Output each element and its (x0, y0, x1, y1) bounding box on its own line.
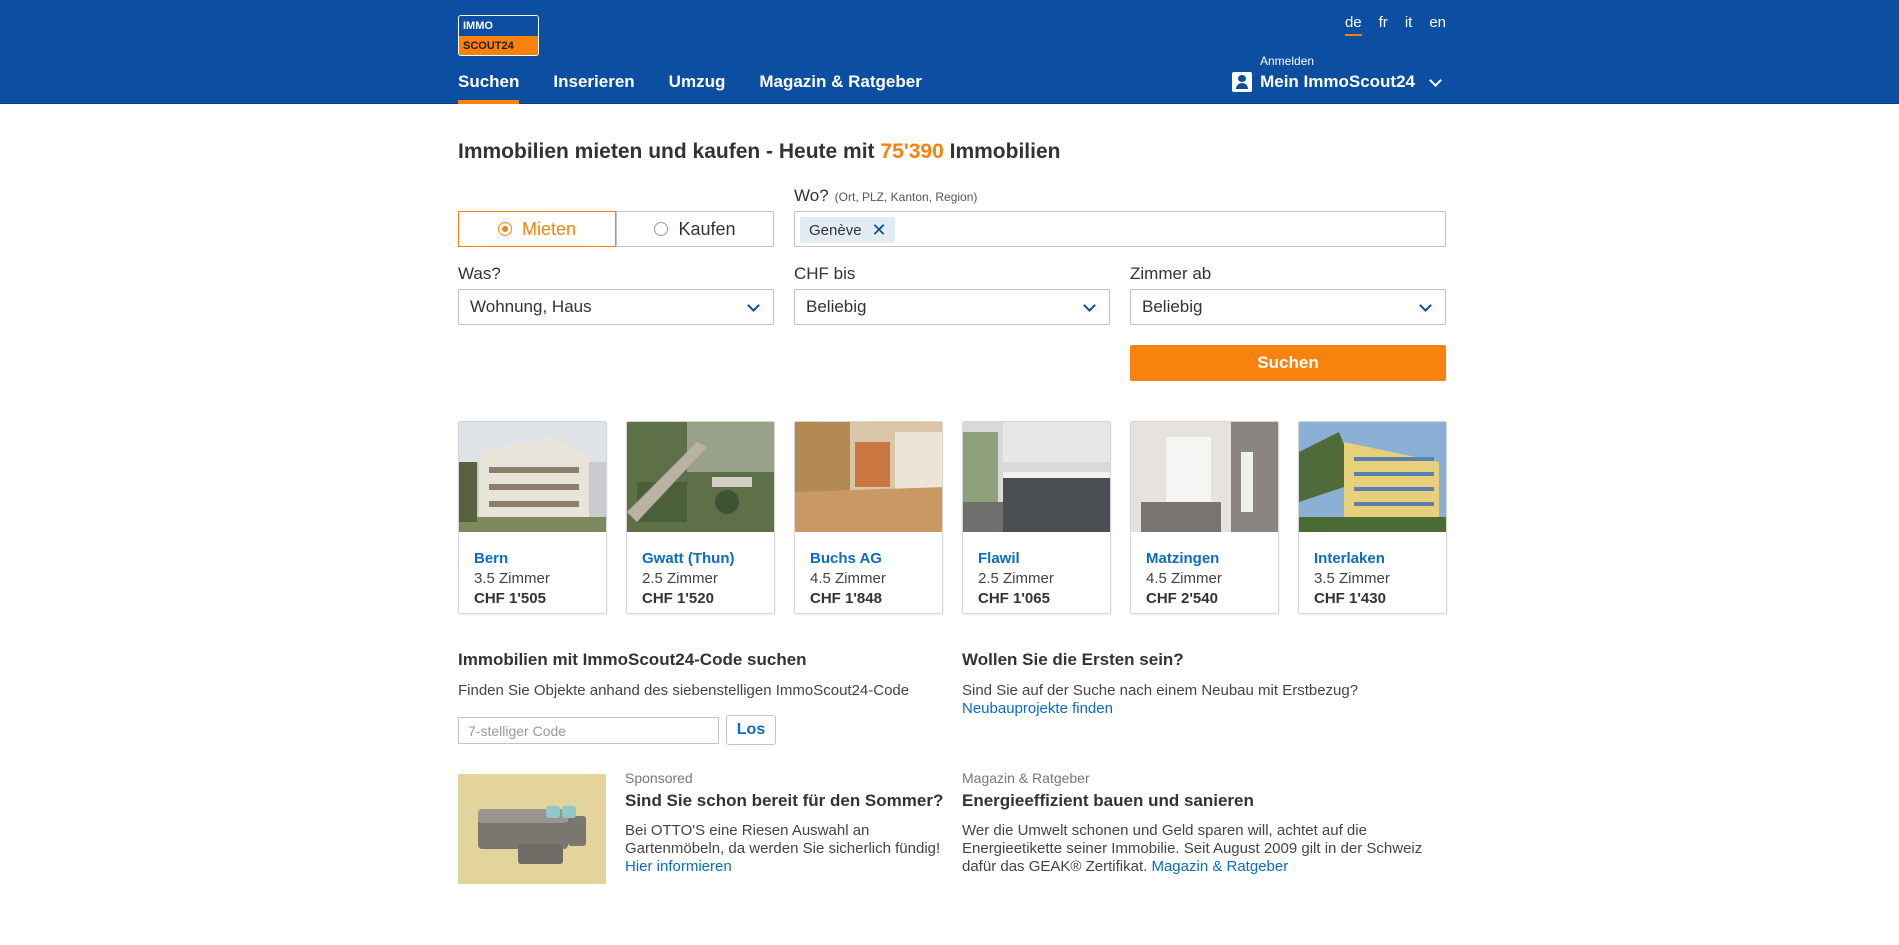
price-select[interactable]: Beliebig (794, 289, 1110, 325)
listing-count: 75'390 (880, 140, 944, 163)
sponsored-title: Sind Sie schon bereit für den Sommer? (625, 791, 944, 810)
lang-en[interactable]: en (1429, 14, 1446, 36)
sponsored-image (458, 774, 606, 884)
main-nav: Suchen Inserieren Umzug Magazin & Ratgeb… (458, 72, 922, 104)
listing-price: CHF 1'520 (642, 590, 714, 607)
listing-price: CHF 1'430 (1314, 590, 1386, 607)
listing-card[interactable]: Bern 3.5 Zimmer CHF 1'505 (458, 421, 607, 614)
rent-buy-toggle: Mieten Kaufen (458, 211, 774, 247)
code-search-text: Finden Sie Objekte anhand des siebenstel… (458, 682, 910, 699)
listing-city: Flawil (978, 550, 1020, 567)
lang-it[interactable]: it (1405, 14, 1413, 36)
location-chip-label: Genève (809, 221, 862, 239)
code-submit-button[interactable]: Los (726, 715, 776, 745)
price-label: CHF bis (794, 264, 856, 283)
listing-photo (459, 422, 606, 532)
chevron-down-icon (1419, 298, 1432, 312)
chevron-down-icon (747, 298, 760, 312)
page-title: Immobilien mieten und kaufen - Heute mit… (458, 140, 1060, 164)
sponsored-text-block: Bei OTTO'S eine Riesen Auswahl an Garten… (625, 822, 945, 876)
immoscout24-logo[interactable]: IMMO SCOUT24 (458, 15, 539, 56)
listing-price: CHF 1'065 (978, 590, 1050, 607)
listing-card[interactable]: Gwatt (Thun) 2.5 Zimmer CHF 1'520 (626, 421, 775, 614)
rent-option[interactable]: Mieten (458, 211, 616, 247)
radio-selected-icon (497, 222, 512, 236)
listing-cards: Bern 3.5 Zimmer CHF 1'505 Gwatt (Thun) 2… (458, 421, 1447, 614)
nav-suchen[interactable]: Suchen (458, 72, 520, 104)
property-type-value: Wohnung, Haus (470, 297, 592, 316)
listing-rooms: 2.5 Zimmer (978, 570, 1054, 587)
new-build-text: Sind Sie auf der Suche nach einem Neubau… (962, 682, 1359, 699)
listing-city: Bern (474, 550, 509, 567)
nav-magazin[interactable]: Magazin & Ratgeber (759, 72, 921, 104)
new-build-title: Wollen Sie die Ersten sein? (962, 650, 1184, 669)
listing-rooms: 2.5 Zimmer (642, 570, 718, 587)
listing-city: Gwatt (Thun) (642, 550, 735, 567)
listing-city: Interlaken (1314, 550, 1385, 567)
listing-photo (963, 422, 1110, 532)
listing-rooms: 4.5 Zimmer (1146, 570, 1222, 587)
where-hint: (Ort, PLZ, Kanton, Region) (834, 190, 978, 204)
price-value: Beliebig (806, 297, 867, 316)
code-input[interactable] (458, 717, 719, 744)
headline-suffix: Immobilien (943, 140, 1061, 163)
listing-card[interactable]: Flawil 2.5 Zimmer CHF 1'065 (962, 421, 1111, 614)
listing-city: Buchs AG (810, 550, 882, 567)
location-chip: Genève ✕ (800, 217, 895, 243)
location-input[interactable]: Genève ✕ (794, 211, 1446, 247)
sponsored-text: Bei OTTO'S eine Riesen Auswahl an Garten… (625, 822, 941, 857)
property-type-select[interactable]: Wohnung, Haus (458, 289, 774, 325)
radio-icon (654, 222, 669, 236)
chevron-down-icon (1083, 298, 1096, 312)
listing-price: CHF 1'848 (810, 590, 882, 607)
magazine-link[interactable]: Magazin & Ratgeber (1151, 858, 1288, 875)
magazine-text-block: Wer die Umwelt schonen und Geld sparen w… (962, 822, 1442, 876)
logo-line-1: IMMO (459, 16, 538, 36)
rooms-select[interactable]: Beliebig (1130, 289, 1446, 325)
listing-city: Matzingen (1146, 550, 1220, 567)
site-header: IMMO SCOUT24 de fr it en Suchen Inserier… (0, 0, 1899, 104)
where-label: Wo? (Ort, PLZ, Kanton, Region) (794, 186, 977, 206)
listing-photo (1299, 422, 1446, 532)
nav-umzug[interactable]: Umzug (669, 72, 726, 104)
login-label: Anmelden (1260, 54, 1315, 68)
rooms-value: Beliebig (1142, 297, 1203, 316)
magazine-tag: Magazin & Ratgeber (962, 770, 1090, 786)
headline-prefix: Immobilien mieten und kaufen - Heute mit (458, 140, 881, 163)
user-icon (1232, 72, 1253, 92)
listing-card[interactable]: Buchs AG 4.5 Zimmer CHF 1'848 (794, 421, 943, 614)
listing-card[interactable]: Interlaken 3.5 Zimmer CHF 1'430 (1298, 421, 1447, 614)
rooms-label: Zimmer ab (1130, 264, 1212, 283)
buy-option[interactable]: Kaufen (616, 211, 774, 247)
logo-line-2: SCOUT24 (459, 36, 538, 55)
what-label: Was? (458, 264, 501, 283)
language-switcher: de fr it en (1344, 14, 1446, 36)
rent-label: Mieten (521, 218, 577, 239)
sponsored-tag: Sponsored (625, 770, 693, 786)
listing-price: CHF 1'505 (474, 590, 546, 607)
code-search-title: Immobilien mit ImmoScout24-Code suchen (458, 650, 807, 669)
where-label-text: Wo? (794, 186, 829, 205)
nav-inserieren[interactable]: Inserieren (553, 72, 634, 104)
lang-de[interactable]: de (1344, 14, 1362, 36)
listing-rooms: 4.5 Zimmer (810, 570, 886, 587)
search-button[interactable]: Suchen (1130, 345, 1446, 381)
listing-card[interactable]: Matzingen 4.5 Zimmer CHF 2'540 (1130, 421, 1279, 614)
listing-photo (627, 422, 774, 532)
account-name: Mein ImmoScout24 (1260, 72, 1415, 91)
new-build-link[interactable]: Neubauprojekte finden (962, 700, 1113, 718)
listing-rooms: 3.5 Zimmer (1314, 570, 1390, 587)
sponsored-link[interactable]: Hier informieren (625, 858, 732, 875)
lang-fr[interactable]: fr (1379, 14, 1388, 36)
account-menu[interactable]: Anmelden Mein ImmoScout24 (1230, 54, 1442, 96)
magazine-title: Energieeffizient bauen und sanieren (962, 791, 1254, 810)
listing-photo (795, 422, 942, 532)
listing-price: CHF 2'540 (1146, 590, 1218, 607)
listing-photo (1131, 422, 1278, 532)
listing-rooms: 3.5 Zimmer (474, 570, 550, 587)
buy-label: Kaufen (678, 218, 736, 239)
chevron-down-icon (1429, 73, 1442, 87)
close-icon[interactable]: ✕ (872, 221, 887, 239)
